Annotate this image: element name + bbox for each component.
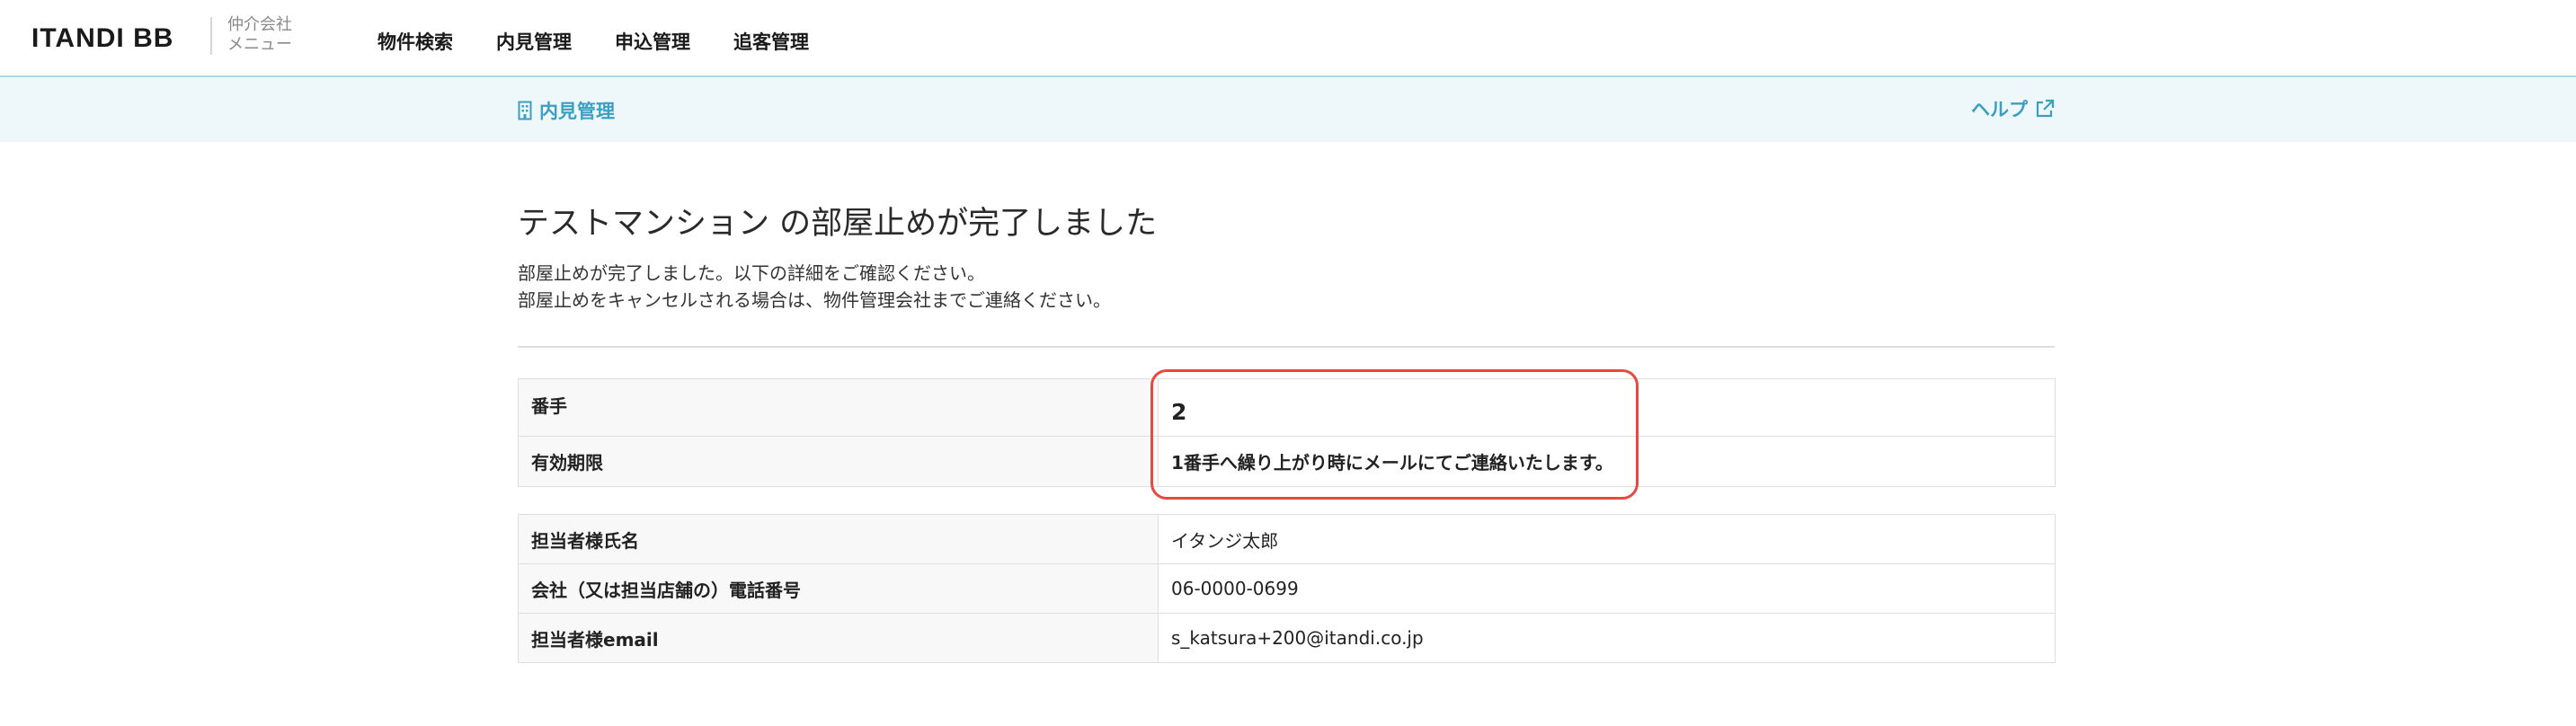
page-title: テストマンション の部屋止めが完了しました [518,206,1158,242]
result-table: 番手 2 有効期限 1番手へ繰り上がり時にメールにてご連絡いたします。 [518,378,2056,487]
row-label-phone: 会社（又は担当店舗の）電話番号 [518,563,1159,614]
breadcrumb[interactable]: 内見管理 [518,97,615,124]
menu-tag: 仲介会社 メニュー [227,15,292,55]
table-row: 担当者様email s_katsura+200@itandi.co.jp [518,613,2056,663]
row-label-email: 担当者様email [518,613,1159,663]
description-line-2: 部屋止めをキャンセルされる場合は、物件管理会社までご連絡ください。 [518,289,1111,311]
contact-table: 担当者様氏名 イタンジ太郎 会社（又は担当店舗の）電話番号 06-0000-06… [518,514,2056,663]
row-label-rank: 番手 [518,378,1159,437]
row-value-rank: 2 [1158,378,2056,437]
table-row: 有効期限 1番手へ繰り上がり時にメールにてご連絡いたします。 [518,436,2056,487]
nav-item-application-management[interactable]: 申込管理 [615,28,690,55]
row-value-email: s_katsura+200@itandi.co.jp [1158,613,2056,663]
row-value-contact-name: イタンジ太郎 [1158,514,2056,564]
description-line-1: 部屋止めが完了しました。以下の詳細をご確認ください。 [518,262,985,284]
external-link-icon [2036,99,2055,118]
breadcrumb-label: 内見管理 [539,101,615,122]
table-row: 担当者様氏名 イタンジ太郎 [518,514,2056,564]
help-label: ヘルプ [1971,99,2028,120]
page-description: 部屋止めが完了しました。以下の詳細をご確認ください。 部屋止めをキャンセルされる… [518,260,1111,314]
help-link[interactable]: ヘルプ [1971,95,2055,122]
main-nav: 物件検索 内見管理 申込管理 追客管理 [378,28,852,55]
menu-tag-line2: メニュー [227,35,292,54]
section-divider [518,346,2055,348]
top-header: ITANDI BB 仲介会社 メニュー 物件検索 内見管理 申込管理 追客管理 [0,0,2576,77]
row-label-contact-name: 担当者様氏名 [518,514,1159,564]
logo[interactable]: ITANDI BB [31,23,173,54]
logo-divider [210,17,212,55]
row-label-expiry: 有効期限 [518,436,1159,487]
table-row: 会社（又は担当店舗の）電話番号 06-0000-0699 [518,563,2056,614]
nav-item-followup-management[interactable]: 追客管理 [733,28,809,55]
table-row: 番手 2 [518,378,2056,437]
menu-tag-line1: 仲介会社 [227,15,292,34]
row-value-expiry: 1番手へ繰り上がり時にメールにてご連絡いたします。 [1158,436,2056,487]
sub-header: 内見管理 ヘルプ [0,77,2576,142]
nav-item-viewing-management[interactable]: 内見管理 [496,28,572,55]
row-value-phone: 06-0000-0699 [1158,563,2056,614]
nav-item-property-search[interactable]: 物件検索 [378,28,453,55]
building-icon [518,101,532,120]
